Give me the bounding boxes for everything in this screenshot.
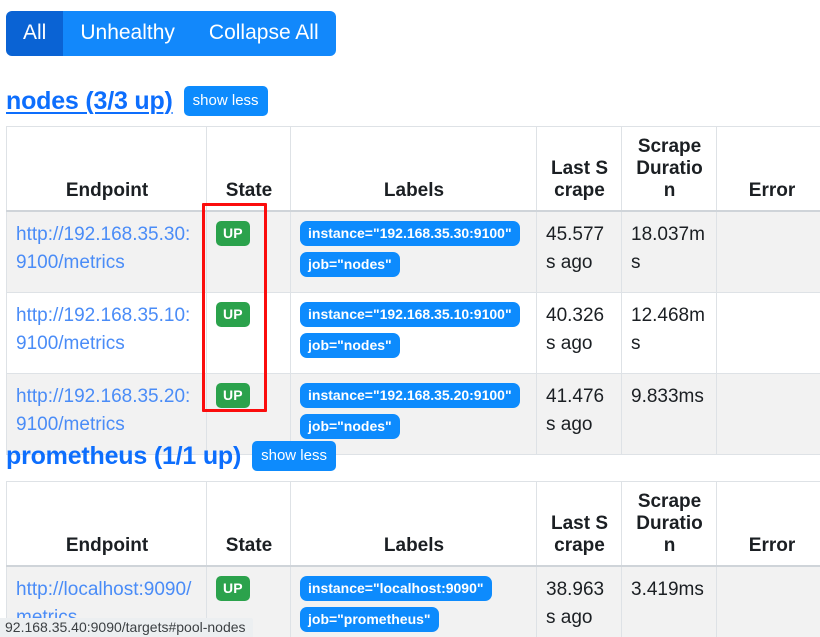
column-header-last-scrape: Last Scrape [536,481,622,567]
column-header-scrape-duration: Scrape Duration [621,481,717,567]
cell-last-scrape: 41.476s ago [536,373,622,455]
cell-scrape-duration: 12.468ms [621,292,717,374]
column-header-scrape-duration: Scrape Duration [621,126,717,212]
collapse-all-button[interactable]: Collapse All [191,11,336,56]
column-header-error: Error [716,126,820,212]
status-badge: UP [216,302,250,327]
column-header-last-scrape: Last Scrape [536,126,622,212]
targets-table-prometheus: Endpoint State Labels Last Scrape Scrape… [6,481,820,637]
column-header-endpoint: Endpoint [6,481,207,567]
status-badge: UP [216,576,250,601]
cell-scrape-duration: 18.037ms [621,210,717,293]
cell-endpoint: http://192.168.35.10:9100/metrics [6,292,207,374]
label-pill-instance[interactable]: instance="localhost:9090" [300,576,492,601]
cell-state: UP [206,210,291,293]
targets-table-nodes: Endpoint State Labels Last Scrape Scrape… [6,126,820,455]
section-title-prometheus[interactable]: prometheus (1/1 up) [6,442,241,471]
table-row: http://192.168.35.10:9100/metrics UP ins… [6,292,820,374]
filter-button-group: All Unhealthy Collapse All [6,11,336,56]
cell-labels: instance="192.168.35.30:9100" job="nodes… [290,210,537,293]
cell-error [716,210,820,293]
table-row: http://192.168.35.30:9100/metrics UP ins… [6,210,820,293]
cell-state: UP [206,292,291,374]
cell-labels: instance="192.168.35.10:9100" job="nodes… [290,292,537,374]
label-pill-instance[interactable]: instance="192.168.35.20:9100" [300,383,520,408]
label-pill-job[interactable]: job="nodes" [300,333,400,358]
column-header-labels: Labels [290,481,537,567]
cell-last-scrape: 40.326s ago [536,292,622,374]
column-header-endpoint: Endpoint [6,126,207,212]
label-pill-job[interactable]: job="nodes" [300,252,400,277]
cell-last-scrape: 38.963s ago [536,565,622,637]
browser-status-bar: 92.168.35.40:9090/targets#pool-nodes [0,617,253,637]
cell-error [716,373,820,455]
column-header-state: State [206,481,291,567]
targets-page: All Unhealthy Collapse All nodes (3/3 up… [0,0,820,637]
status-badge: UP [216,383,250,408]
filter-button-unhealthy[interactable]: Unhealthy [63,11,192,56]
label-pill-instance[interactable]: instance="192.168.35.10:9100" [300,302,520,327]
section-title-nodes[interactable]: nodes (3/3 up) [6,87,173,116]
endpoint-link[interactable]: http://192.168.35.10:9100/metrics [16,302,198,357]
table-header-row: Endpoint State Labels Last Scrape Scrape… [6,126,820,212]
show-less-button-nodes[interactable]: show less [183,86,268,116]
label-pill-job[interactable]: job="prometheus" [300,607,439,632]
column-header-labels: Labels [290,126,537,212]
show-less-button-prometheus[interactable]: show less [252,441,336,471]
cell-scrape-duration: 9.833ms [621,373,717,455]
cell-endpoint: http://192.168.35.30:9100/metrics [6,210,207,293]
status-bar-url: 92.168.35.40:9090/targets#pool-nodes [5,618,246,635]
cell-labels: instance="localhost:9090" job="prometheu… [290,565,537,637]
cell-error [716,292,820,374]
table-header-row: Endpoint State Labels Last Scrape Scrape… [6,481,820,567]
section-header-nodes: nodes (3/3 up) show less [6,86,268,116]
status-badge: UP [216,221,250,246]
cell-scrape-duration: 3.419ms [621,565,717,637]
cell-error [716,565,820,637]
endpoint-link[interactable]: http://192.168.35.30:9100/metrics [16,221,198,276]
column-header-error: Error [716,481,820,567]
column-header-state: State [206,126,291,212]
filter-button-all[interactable]: All [6,11,64,56]
cell-last-scrape: 45.577s ago [536,210,622,293]
label-pill-instance[interactable]: instance="192.168.35.30:9100" [300,221,520,246]
label-pill-job[interactable]: job="nodes" [300,414,400,439]
section-header-prometheus: prometheus (1/1 up) show less [6,441,336,471]
endpoint-link[interactable]: http://192.168.35.20:9100/metrics [16,383,198,438]
